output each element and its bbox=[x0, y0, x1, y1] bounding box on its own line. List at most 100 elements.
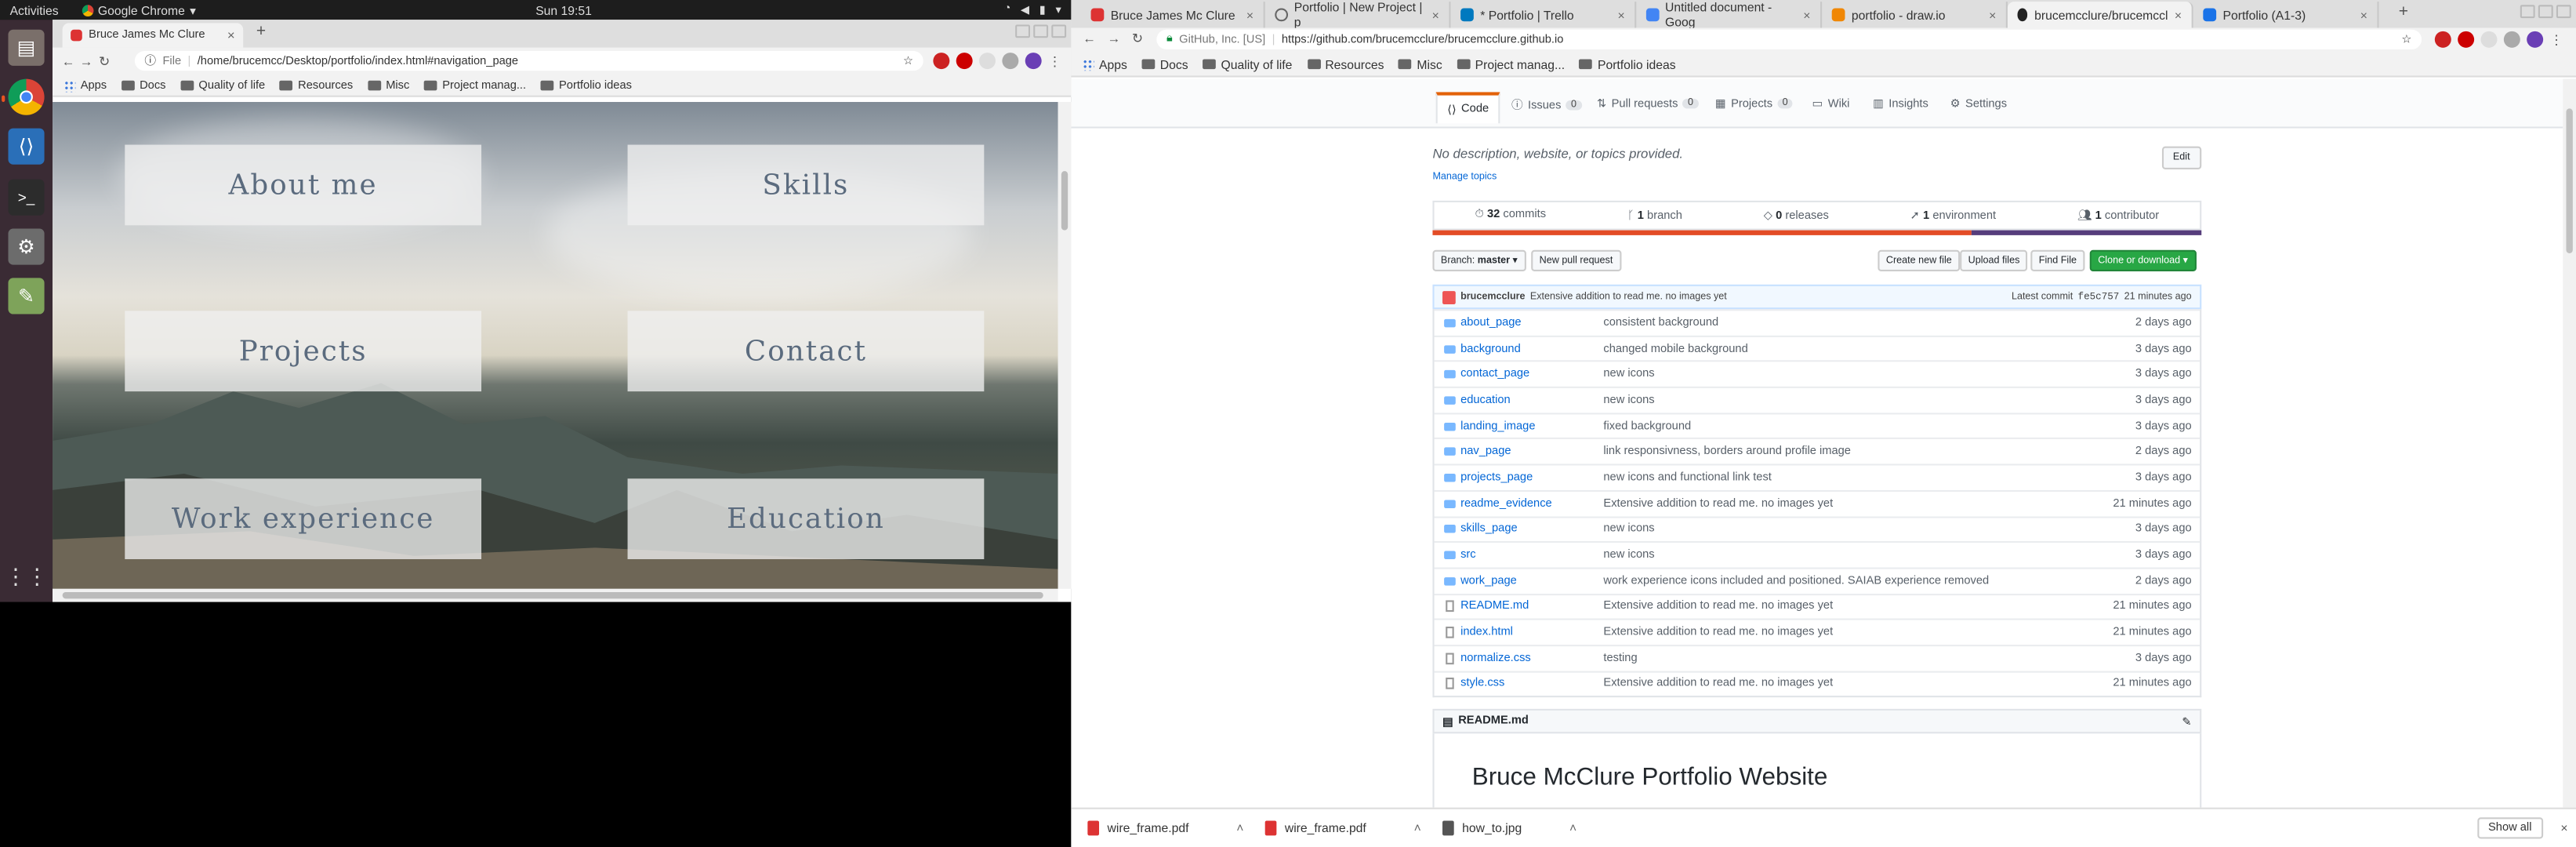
file-name-link[interactable]: style.css bbox=[1460, 678, 1603, 690]
edit-button[interactable]: Edit bbox=[2161, 146, 2202, 170]
bookmark-quality-of-life[interactable]: Quality of life bbox=[180, 80, 265, 91]
file-commit-message[interactable]: work experience icons included and posit… bbox=[1603, 575, 2135, 587]
file-name-link[interactable]: projects_page bbox=[1460, 472, 1603, 484]
tab-issues[interactable]: ⓘ Issues 0 bbox=[1511, 97, 1582, 114]
file-commit-message[interactable]: new icons bbox=[1603, 394, 2135, 406]
reload-icon[interactable]: ↻ bbox=[1132, 31, 1143, 46]
bookmark-docs[interactable]: Docs bbox=[1141, 56, 1188, 71]
app-menu[interactable]: Google Chrome ▾ bbox=[81, 2, 196, 17]
file-name-link[interactable]: about_page bbox=[1460, 317, 1603, 329]
extension-icon[interactable] bbox=[2503, 31, 2520, 48]
new-tab-button[interactable]: + bbox=[2399, 3, 2408, 21]
profile-avatar[interactable] bbox=[2527, 31, 2544, 48]
star-icon[interactable]: ☆ bbox=[2401, 33, 2411, 46]
forward-icon[interactable]: → bbox=[1108, 31, 1121, 46]
scrollbar-thumb[interactable] bbox=[1061, 171, 1068, 231]
bookmark-portfolio-ideas[interactable]: Portfolio ideas bbox=[540, 80, 632, 91]
extension-icon[interactable] bbox=[1002, 53, 1019, 70]
commit-message[interactable]: Extensive addition to read me. no images… bbox=[1530, 292, 1727, 302]
close-icon[interactable]: × bbox=[1246, 7, 1254, 22]
file-name-link[interactable]: contact_page bbox=[1460, 369, 1603, 380]
show-applications-icon[interactable]: ⋮⋮ bbox=[5, 564, 47, 591]
chevron-up-icon[interactable]: ˄ bbox=[1414, 820, 1421, 835]
maximize-button[interactable] bbox=[2538, 5, 2553, 19]
file-commit-message[interactable]: testing bbox=[1603, 653, 2135, 664]
download-item[interactable]: how_to.jpg ˄ bbox=[1442, 820, 1576, 836]
file-commit-message[interactable]: link responsivness, borders around profi… bbox=[1603, 446, 2135, 458]
file-commit-message[interactable]: new icons bbox=[1603, 524, 2135, 536]
file-name-link[interactable]: landing_image bbox=[1460, 420, 1603, 432]
back-icon[interactable]: ← bbox=[1083, 31, 1096, 46]
file-commit-message[interactable]: fixed background bbox=[1603, 420, 2135, 432]
activities-button[interactable]: Activities bbox=[10, 2, 59, 17]
bookmark-project-management[interactable]: Project manag... bbox=[424, 80, 526, 91]
maximize-button[interactable] bbox=[1033, 24, 1049, 38]
close-icon[interactable]: × bbox=[1803, 7, 1810, 22]
back-icon[interactable]: ← bbox=[59, 54, 77, 69]
new-tab-button[interactable]: + bbox=[256, 23, 266, 41]
extension-icon[interactable] bbox=[2480, 31, 2498, 48]
menu-icon[interactable]: ⋮ bbox=[2550, 32, 2563, 47]
file-commit-message[interactable]: Extensive addition to read me. no images… bbox=[1603, 678, 2113, 690]
environment-link[interactable]: ➚ 1 environment bbox=[1910, 209, 1996, 222]
close-icon[interactable]: × bbox=[227, 28, 235, 43]
contributors-link[interactable]: 👥︎ 1 contributor bbox=[2077, 209, 2159, 222]
close-icon[interactable]: × bbox=[2175, 7, 2182, 22]
tab-wiki[interactable]: ▭ Wiki bbox=[1812, 97, 1850, 111]
file-commit-message[interactable]: consistent background bbox=[1603, 317, 2135, 329]
nav-tile-skills[interactable]: Skills bbox=[627, 144, 985, 226]
scrollbar-thumb[interactable] bbox=[2566, 108, 2573, 253]
adblock-icon[interactable] bbox=[956, 53, 973, 70]
language-bar[interactable] bbox=[1432, 230, 2202, 235]
minimize-button[interactable] bbox=[2520, 5, 2535, 19]
find-file-button[interactable]: Find File bbox=[2030, 249, 2085, 272]
bookmark-apps[interactable]: Apps bbox=[1083, 56, 1127, 71]
clone-or-download-button[interactable]: Clone or download ▾ bbox=[2089, 249, 2197, 272]
chevron-up-icon[interactable]: ˄ bbox=[1569, 820, 1576, 835]
commits-link[interactable]: ⏱ 32 commits bbox=[1475, 209, 1546, 222]
tab-projects[interactable]: ▦ Projects 0 bbox=[1715, 97, 1793, 111]
avatar[interactable] bbox=[1442, 290, 1456, 304]
tab-google-docs[interactable]: Untitled document - Goog × bbox=[1636, 0, 1823, 30]
close-icon[interactable]: × bbox=[2560, 820, 2567, 835]
bookmark-portfolio-ideas[interactable]: Portfolio ideas bbox=[1579, 56, 1676, 71]
file-commit-message[interactable]: new icons bbox=[1603, 369, 2135, 380]
download-item[interactable]: wire_frame.pdf ˄ bbox=[1087, 820, 1243, 836]
tab-github[interactable]: brucemcclure/brucemccl × bbox=[2007, 2, 2193, 28]
upload-files-button[interactable]: Upload files bbox=[1960, 249, 2028, 272]
address-bar[interactable]: 🔒︎ GitHub, Inc. [US] | https://github.co… bbox=[1156, 29, 2422, 49]
file-name-link[interactable]: nav_page bbox=[1460, 446, 1603, 458]
tab-portfolio-new-project[interactable]: Portfolio | New Project | p × bbox=[1265, 0, 1451, 30]
adblock-icon[interactable] bbox=[2458, 31, 2475, 48]
extension-icon[interactable] bbox=[933, 53, 950, 70]
close-icon[interactable]: × bbox=[1432, 7, 1439, 22]
files-icon[interactable]: ▤ bbox=[8, 29, 45, 66]
file-commit-message[interactable]: Extensive addition to read me. no images… bbox=[1603, 601, 2113, 613]
editor-icon[interactable]: ✎ bbox=[8, 278, 45, 314]
tab-code[interactable]: ⟨⟩ Code bbox=[1435, 92, 1500, 124]
forward-icon[interactable]: → bbox=[77, 54, 95, 69]
nav-tile-about-me[interactable]: About me bbox=[125, 144, 482, 226]
vertical-scrollbar[interactable] bbox=[2563, 78, 2576, 808]
file-commit-message[interactable]: Extensive addition to read me. no images… bbox=[1603, 498, 2113, 510]
chevron-up-icon[interactable]: ˄ bbox=[1236, 820, 1243, 835]
file-name-link[interactable]: skills_page bbox=[1460, 524, 1603, 536]
tab-bruce-james[interactable]: Bruce James Mc Clure × bbox=[1081, 2, 1265, 28]
nav-tile-contact[interactable]: Contact bbox=[627, 311, 985, 392]
download-item[interactable]: wire_frame.pdf ˄ bbox=[1264, 820, 1421, 836]
tab-trello[interactable]: * Portfolio | Trello × bbox=[1451, 2, 1637, 28]
clock[interactable]: Sun 19:51 bbox=[535, 2, 592, 17]
create-new-file-button[interactable]: Create new file bbox=[1878, 249, 1961, 272]
tab-pull-requests[interactable]: ⇅ Pull requests 0 bbox=[1597, 97, 1699, 111]
branch-select[interactable]: Branch: master ▾ bbox=[1432, 249, 1526, 272]
file-name-link[interactable]: src bbox=[1460, 549, 1603, 561]
file-name-link[interactable]: normalize.css bbox=[1460, 653, 1603, 664]
manage-topics-link[interactable]: Manage topics bbox=[1432, 173, 1497, 183]
tab-drawio[interactable]: portfolio - draw.io × bbox=[1822, 2, 2008, 28]
file-commit-message[interactable]: changed mobile background bbox=[1603, 343, 2135, 354]
file-commit-message[interactable]: new icons and functional link test bbox=[1603, 472, 2135, 484]
close-icon[interactable]: × bbox=[1617, 7, 1624, 22]
file-name-link[interactable]: work_page bbox=[1460, 575, 1603, 587]
extension-icon[interactable] bbox=[979, 53, 996, 70]
tab-insights[interactable]: ▥ Insights bbox=[1873, 97, 1928, 111]
